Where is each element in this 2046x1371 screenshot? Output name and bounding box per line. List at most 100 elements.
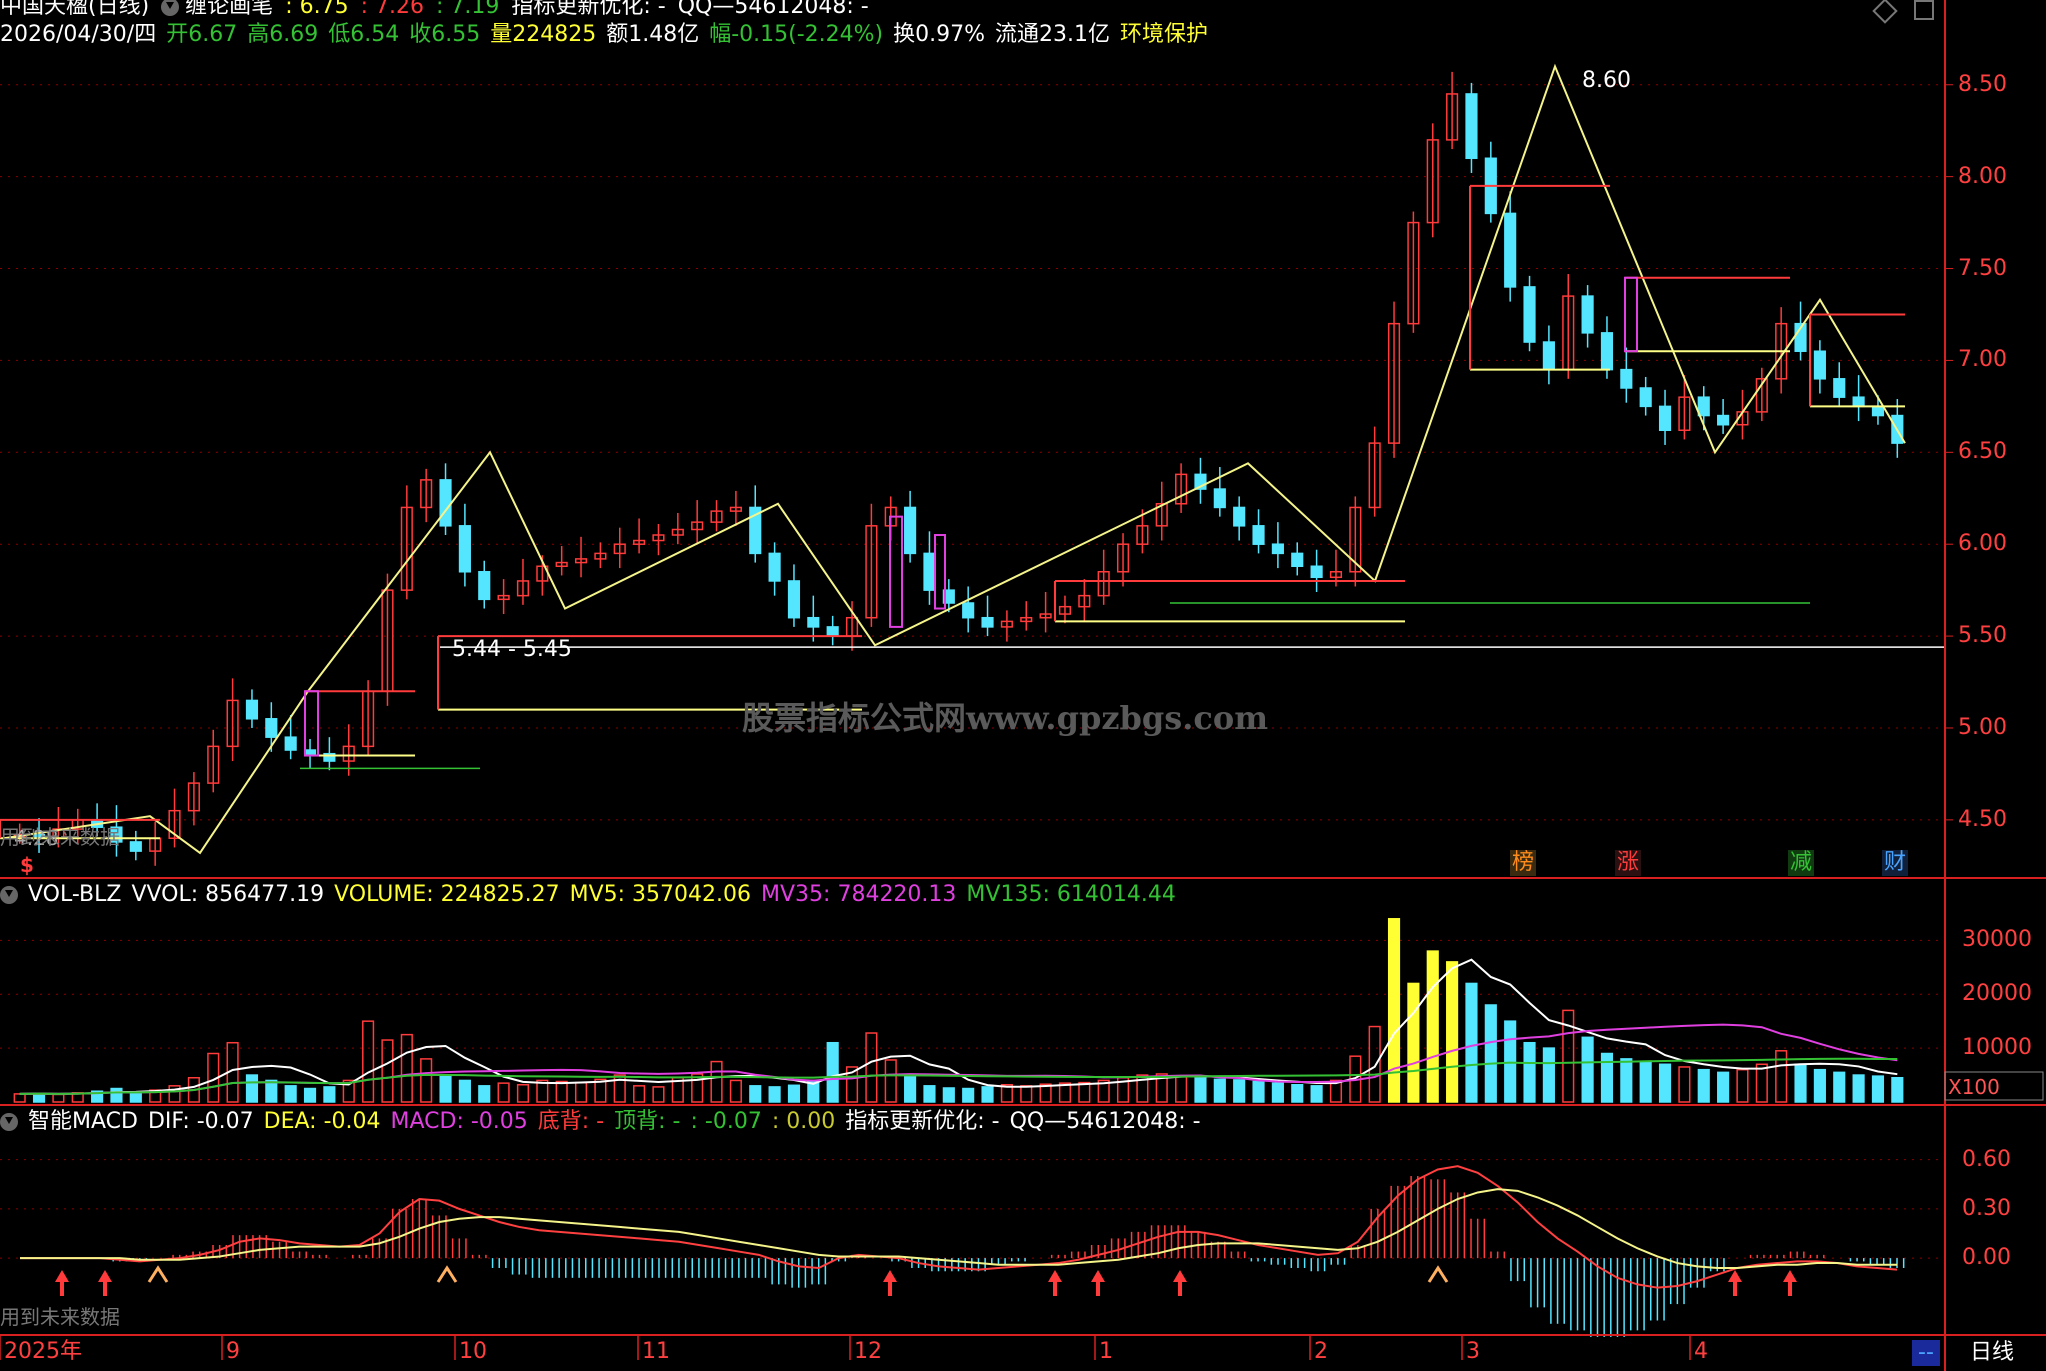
volume-bar[interactable] — [1852, 1074, 1865, 1103]
volume-bar[interactable] — [1542, 1047, 1555, 1103]
volume-bar[interactable] — [1600, 1052, 1614, 1103]
volume-bar[interactable] — [1465, 982, 1478, 1103]
volume-bar[interactable] — [110, 1087, 123, 1103]
candle-body[interactable] — [981, 616, 994, 628]
volume-bar[interactable] — [381, 1039, 394, 1103]
volume-bar[interactable] — [1446, 961, 1459, 1103]
candle-body[interactable] — [1852, 396, 1865, 408]
buy-arrow-icon[interactable] — [1728, 1270, 1742, 1296]
volume-bar[interactable] — [904, 1075, 917, 1103]
candle-body[interactable] — [1813, 350, 1826, 380]
candle-body[interactable] — [1213, 488, 1226, 509]
buy-arrow-icon[interactable] — [1173, 1270, 1187, 1296]
volume-bar[interactable] — [710, 1060, 723, 1103]
volume-bar[interactable] — [1736, 1068, 1749, 1103]
volume-bar[interactable] — [1078, 1081, 1091, 1103]
volume-bar[interactable] — [826, 1041, 839, 1103]
candle-body[interactable] — [1600, 332, 1614, 371]
volume-bar[interactable] — [1407, 982, 1420, 1103]
volume-bar[interactable] — [458, 1079, 471, 1103]
volume-bar[interactable] — [865, 1032, 878, 1103]
volume-bar[interactable] — [1213, 1078, 1226, 1103]
candle-body[interactable] — [826, 626, 839, 637]
signal-caret-icon[interactable] — [436, 1265, 458, 1283]
dollar-icon[interactable]: $ — [20, 852, 34, 878]
volume-bar[interactable] — [1194, 1077, 1207, 1103]
chart-canvas[interactable] — [0, 0, 2046, 1371]
volume-bar[interactable] — [1678, 1066, 1691, 1103]
candle-body[interactable] — [1523, 286, 1536, 343]
event-tag-zhang[interactable]: 涨 — [1617, 850, 1639, 875]
event-tag-list[interactable]: 榜 — [1510, 850, 1537, 876]
volume-bar[interactable] — [323, 1086, 336, 1103]
buy-arrow-icon[interactable] — [98, 1270, 112, 1296]
volume-bar[interactable] — [1175, 1075, 1188, 1103]
volume-bar[interactable] — [1426, 950, 1439, 1103]
volume-bar[interactable] — [1271, 1082, 1284, 1103]
volume-bar[interactable] — [787, 1084, 801, 1103]
volume-bar[interactable] — [1717, 1071, 1730, 1103]
candle-body[interactable] — [478, 571, 491, 601]
volume-bar[interactable] — [1020, 1085, 1033, 1103]
candle-body[interactable] — [904, 506, 917, 555]
candle-body[interactable] — [1581, 295, 1594, 334]
volume-bar[interactable] — [1755, 1063, 1768, 1103]
volume-bar[interactable] — [478, 1085, 491, 1103]
volume-bar[interactable] — [1794, 1063, 1807, 1103]
volume-bar[interactable] — [962, 1087, 975, 1103]
volume-bar[interactable] — [420, 1058, 433, 1103]
volume-bar[interactable] — [245, 1074, 259, 1103]
volume-bar[interactable] — [1504, 1020, 1517, 1103]
candle-body[interactable] — [1639, 387, 1652, 408]
volume-bar[interactable] — [981, 1086, 994, 1103]
candle-body[interactable] — [1697, 396, 1710, 417]
volume-bar[interactable] — [1523, 1041, 1536, 1103]
macd-title[interactable]: 智能MACD — [28, 1109, 138, 1135]
volume-bar[interactable] — [652, 1086, 665, 1103]
volume-bar[interactable] — [129, 1091, 142, 1103]
volume-bar[interactable] — [362, 1020, 375, 1103]
scroll-indicator[interactable]: -- — [1912, 1340, 1940, 1366]
volume-bar[interactable] — [1310, 1085, 1323, 1103]
volume-bar[interactable] — [1891, 1077, 1904, 1103]
volume-bar[interactable] — [923, 1085, 936, 1103]
volume-bar[interactable] — [497, 1082, 510, 1103]
volume-bar[interactable] — [884, 1059, 897, 1103]
volume-bar[interactable] — [52, 1093, 65, 1103]
signal-caret-icon[interactable] — [1427, 1265, 1449, 1283]
candle-body[interactable] — [1620, 368, 1633, 389]
volume-bar[interactable] — [1658, 1063, 1672, 1103]
volume-menu-icon[interactable] — [0, 886, 18, 904]
candle-body[interactable] — [923, 552, 936, 591]
candle-body[interactable] — [1833, 378, 1846, 398]
candle-body[interactable] — [1291, 552, 1304, 568]
volume-bar[interactable] — [1387, 918, 1401, 1103]
buy-arrow-icon[interactable] — [1091, 1270, 1105, 1296]
volume-bar[interactable] — [1871, 1075, 1885, 1103]
volume-bar[interactable] — [1833, 1071, 1846, 1103]
signal-caret-icon[interactable] — [147, 1265, 169, 1283]
event-tag-cai[interactable]: 财 — [1884, 850, 1906, 875]
volume-bar[interactable] — [13, 1093, 26, 1103]
volume-bar[interactable] — [265, 1079, 278, 1103]
candle-body[interactable] — [458, 525, 471, 573]
candle-body[interactable] — [303, 749, 317, 755]
event-tag-zhang-box[interactable]: 涨 — [1615, 850, 1642, 876]
macd-panel[interactable] — [13, 1165, 1905, 1337]
event-tag-jian-box[interactable]: 减 — [1788, 850, 1815, 876]
candle-body[interactable] — [284, 736, 297, 751]
volume-bar[interactable] — [942, 1087, 955, 1103]
candle-body[interactable] — [1504, 212, 1517, 288]
buy-arrow-icon[interactable] — [883, 1270, 897, 1296]
volume-bar[interactable] — [516, 1084, 530, 1103]
volume-bar[interactable] — [1484, 1004, 1497, 1103]
candle-body[interactable] — [1252, 525, 1265, 545]
event-tag-bang[interactable]: 榜 — [1512, 850, 1534, 875]
candle-body[interactable] — [245, 699, 259, 720]
candle-body[interactable] — [962, 602, 975, 619]
volume-bar[interactable] — [555, 1080, 568, 1103]
macd-menu-icon[interactable] — [0, 1113, 18, 1131]
candle-body[interactable] — [439, 479, 452, 527]
candle-body[interactable] — [1233, 506, 1246, 527]
buy-arrow-icon[interactable] — [1048, 1270, 1062, 1296]
